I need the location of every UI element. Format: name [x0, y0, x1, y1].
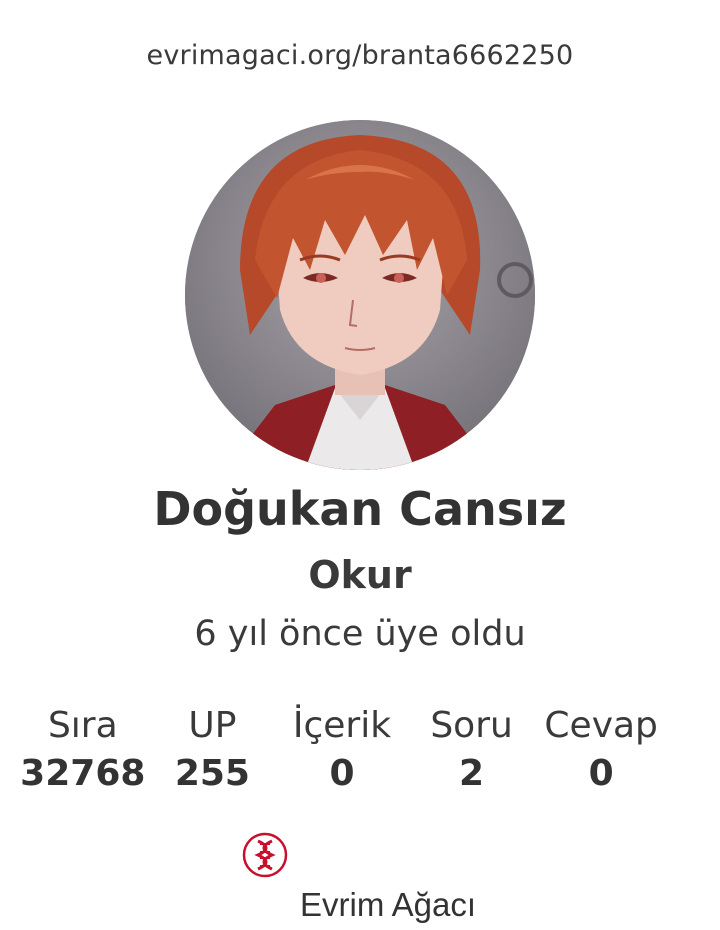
stat-label: Cevap	[544, 705, 658, 746]
stat-questions[interactable]: Soru 2	[407, 704, 537, 800]
profile-url[interactable]: evrimagaci.org/branta6662250	[0, 40, 720, 71]
avatar	[185, 120, 535, 470]
stat-up: UP 255	[148, 704, 278, 800]
stat-value: 255	[174, 753, 250, 794]
anime-character-avatar-icon	[185, 120, 535, 470]
stat-label: UP	[188, 705, 237, 746]
stats-row: Sıra 32768 UP 255 İçerik 0 Soru 2 Cevap …	[18, 704, 666, 800]
brand-name[interactable]: Evrim Ağacı	[300, 886, 476, 924]
stat-content[interactable]: İçerik 0	[277, 704, 407, 800]
stat-label: İçerik	[292, 705, 392, 746]
profile-name: Doğukan Cansız	[153, 482, 567, 536]
profile-role: Okur	[308, 553, 412, 597]
stat-answers[interactable]: Cevap 0	[536, 704, 666, 800]
stat-value: 32768	[20, 753, 146, 794]
member-since: 6 yıl önce üye oldu	[194, 614, 526, 654]
dna-icon[interactable]	[242, 832, 288, 878]
stat-value: 0	[329, 753, 355, 794]
stat-rank: Sıra 32768	[18, 704, 148, 800]
stat-label: Sıra	[47, 705, 118, 746]
stat-label: Soru	[430, 705, 513, 746]
stat-value: 0	[588, 753, 614, 794]
stat-value: 2	[459, 753, 485, 794]
